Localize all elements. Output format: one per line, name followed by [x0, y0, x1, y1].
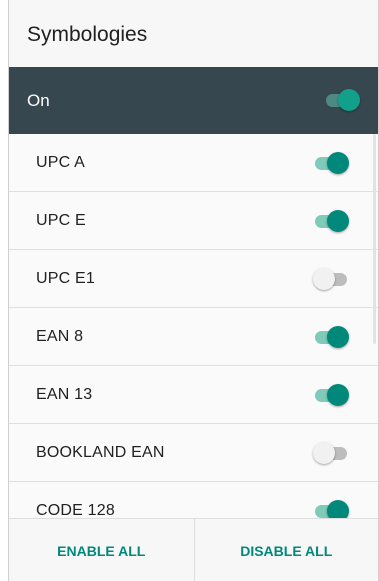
- toggle-switch[interactable]: [313, 210, 349, 232]
- toggle-switch[interactable]: [313, 442, 349, 464]
- list-item-label: EAN 13: [36, 386, 93, 403]
- list-item-bookland-ean[interactable]: BOOKLAND EAN: [9, 424, 378, 482]
- list-item-upc-e1[interactable]: UPC E1: [9, 250, 378, 308]
- toggle-switch[interactable]: [313, 500, 349, 518]
- list-item-label: CODE 128: [36, 502, 115, 518]
- list-item-label: UPC E: [36, 212, 86, 229]
- symbologies-panel: Symbologies On UPC A UPC E UPC E1 EAN 8 …: [8, 0, 379, 581]
- master-switch-label: On: [27, 91, 50, 110]
- disable-all-button[interactable]: DISABLE ALL: [193, 519, 379, 581]
- toggle-thumb: [327, 326, 349, 348]
- toggle-thumb: [338, 89, 360, 111]
- list-item-upc-a[interactable]: UPC A: [9, 134, 378, 192]
- toggle-thumb: [327, 384, 349, 406]
- master-switch-bar[interactable]: On: [9, 67, 378, 134]
- toggle-switch[interactable]: [313, 152, 349, 174]
- footer-button-bar: ENABLE ALL DISABLE ALL: [9, 518, 378, 581]
- toggle-switch[interactable]: [313, 268, 349, 290]
- list-item-upc-e[interactable]: UPC E: [9, 192, 378, 250]
- toggle-thumb: [313, 442, 335, 464]
- toggle-thumb: [327, 152, 349, 174]
- list-item-ean-8[interactable]: EAN 8: [9, 308, 378, 366]
- list-item-label: BOOKLAND EAN: [36, 444, 165, 461]
- list-item-label: UPC E1: [36, 270, 95, 287]
- title-bar: Symbologies: [9, 0, 378, 67]
- list-item-ean-13[interactable]: EAN 13: [9, 366, 378, 424]
- toggle-thumb: [327, 500, 349, 518]
- enable-all-button[interactable]: ENABLE ALL: [9, 519, 194, 581]
- page-title: Symbologies: [27, 23, 148, 46]
- toggle-thumb: [313, 268, 335, 290]
- symbology-list[interactable]: UPC A UPC E UPC E1 EAN 8 EAN 13 BOOKLAND…: [9, 134, 378, 518]
- list-item-label: UPC A: [36, 154, 86, 171]
- toggle-switch[interactable]: [313, 384, 349, 406]
- list-item-label: EAN 8: [36, 328, 84, 345]
- list-scrollbar[interactable]: [373, 134, 376, 344]
- master-toggle-switch[interactable]: [324, 89, 360, 111]
- toggle-switch[interactable]: [313, 326, 349, 348]
- toggle-thumb: [327, 210, 349, 232]
- list-item-code-128[interactable]: CODE 128: [9, 482, 378, 518]
